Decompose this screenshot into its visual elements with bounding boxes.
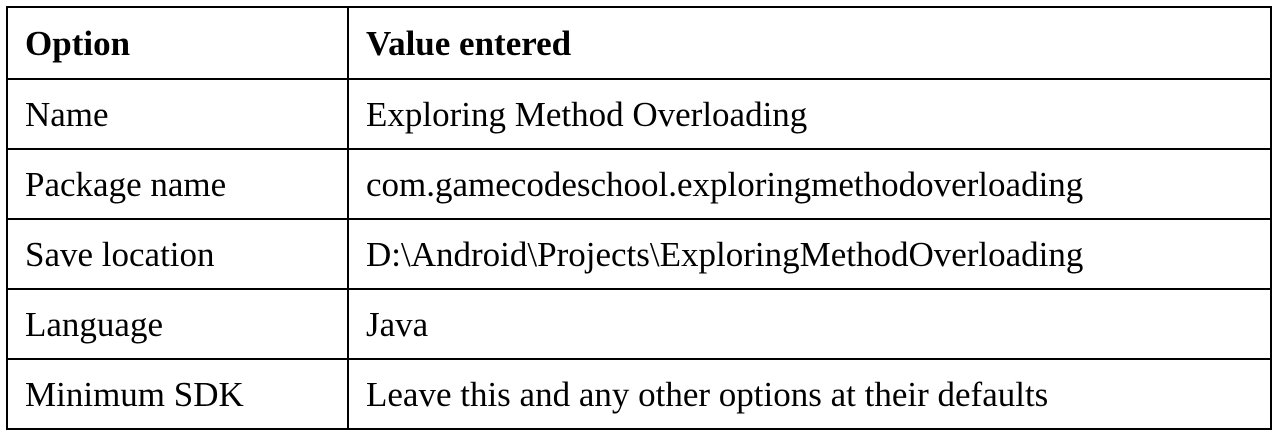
- option-cell: Minimum SDK: [6, 358, 349, 430]
- table-row: Minimum SDK Leave this and any other opt…: [6, 358, 1272, 430]
- value-cell: Exploring Method Overloading: [347, 78, 1272, 150]
- value-cell: com.gamecodeschool.exploringmethodoverlo…: [347, 148, 1272, 220]
- table-row: Name Exploring Method Overloading: [6, 78, 1272, 150]
- option-cell: Language: [6, 288, 349, 360]
- table-row: Save location D:\Android\Projects\Explor…: [6, 218, 1272, 290]
- value-cell: Java: [347, 288, 1272, 360]
- header-value-entered: Value entered: [347, 6, 1272, 80]
- value-cell: Leave this and any other options at thei…: [347, 358, 1272, 430]
- table-row: Language Java: [6, 288, 1272, 360]
- options-table: Option Value entered Name Exploring Meth…: [6, 6, 1272, 430]
- value-cell: D:\Android\Projects\ExploringMethodOverl…: [347, 218, 1272, 290]
- header-row: Option Value entered: [6, 6, 1272, 80]
- table-header: Option Value entered: [6, 6, 1272, 80]
- table-row: Package name com.gamecodeschool.explorin…: [6, 148, 1272, 220]
- option-cell: Name: [6, 78, 349, 150]
- header-option: Option: [6, 6, 349, 80]
- table-body: Name Exploring Method Overloading Packag…: [6, 78, 1272, 430]
- option-cell: Package name: [6, 148, 349, 220]
- option-cell: Save location: [6, 218, 349, 290]
